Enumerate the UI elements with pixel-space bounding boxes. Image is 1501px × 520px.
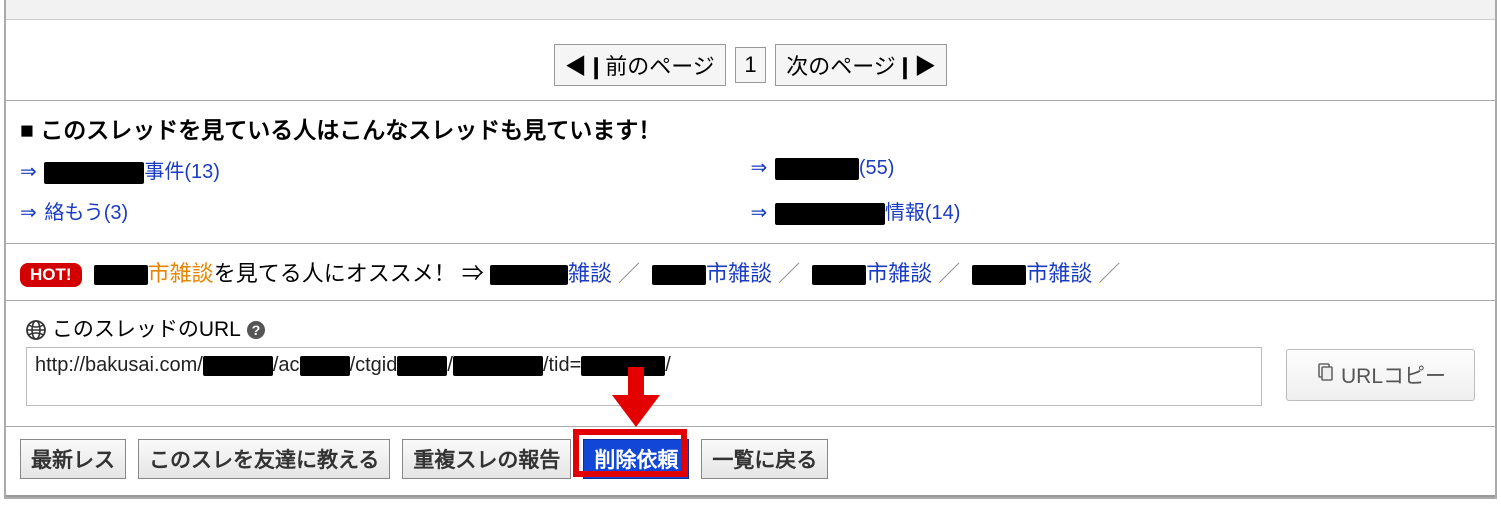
prev-page-button[interactable]: ◀❙前のページ (554, 44, 726, 86)
hot-section: HOT! 市雑談を見てる人にオススメ！ ⇒ 雑談／ 市雑談／ 市雑談／ 市雑談／ (6, 250, 1495, 294)
hot-link[interactable]: 雑談 (568, 261, 612, 286)
related-link[interactable]: 事件(13) (44, 161, 220, 183)
redacted-text (490, 265, 568, 285)
back-to-list-button[interactable]: 一覧に戻る (701, 439, 828, 479)
latest-res-button[interactable]: 最新レス (20, 439, 126, 479)
globe-icon (26, 320, 46, 340)
bottom-border (6, 495, 1495, 497)
arrow-icon: ⇒ (751, 157, 768, 179)
redacted-text (94, 265, 148, 285)
svg-text:?: ? (252, 322, 261, 338)
copy-icon (1315, 362, 1335, 388)
url-section: このスレッドのURL ? http://bakusai.com//ac/ctgi… (6, 307, 1495, 420)
divider (6, 243, 1495, 244)
redacted-text (203, 356, 273, 376)
slash: ／ (618, 261, 640, 286)
arrow-icon: ⇒ (751, 202, 768, 224)
help-icon[interactable]: ? (246, 320, 266, 340)
hot-link[interactable]: 市雑談 (1026, 261, 1092, 286)
duplicate-report-button[interactable]: 重複スレの報告 (402, 439, 571, 479)
redacted-text (397, 356, 447, 376)
arrow-icon: ⇒ (20, 202, 37, 224)
arrow-icon: ⇒ (20, 161, 37, 183)
delete-request-button[interactable]: 削除依頼 (583, 439, 689, 479)
hot-tail: を見てる人にオススメ！ ⇒ (214, 261, 484, 286)
hot-orange-label: 市雑談 (148, 261, 214, 286)
next-label: 次のページ❙▶ (786, 54, 936, 79)
slash: ／ (778, 261, 800, 286)
related-link[interactable]: (55) (775, 157, 895, 179)
divider (6, 300, 1495, 301)
redacted-text (581, 356, 665, 376)
copy-url-button[interactable]: URLコピー (1286, 349, 1475, 401)
redacted-text (652, 265, 706, 285)
redacted-text (44, 162, 144, 184)
pager: ◀❙前のページ 1 次のページ❙▶ (6, 40, 1495, 94)
tell-friend-button[interactable]: このスレを友達に教える (138, 439, 390, 479)
top-spacer (6, 0, 1495, 20)
next-page-button[interactable]: 次のページ❙▶ (775, 44, 947, 86)
hot-badge: HOT! (20, 263, 82, 287)
divider (6, 100, 1495, 101)
redacted-text (775, 203, 885, 225)
redacted-text (812, 265, 866, 285)
related-threads: ⇒ 事件(13) ⇒ (55) ⇒ 絡もう(3) ⇒ 情報(14) (6, 147, 1495, 237)
redacted-text (775, 158, 859, 180)
url-display[interactable]: http://bakusai.com//ac/ctgid//tid=/ (26, 347, 1262, 406)
redacted-text (972, 265, 1026, 285)
related-link[interactable]: 情報(14) (775, 202, 961, 224)
related-heading: ■ このスレッドを見ている人はこんなスレッドも見ています！ (6, 107, 1495, 147)
slash: ／ (1098, 261, 1120, 286)
slash: ／ (938, 261, 960, 286)
related-link[interactable]: 絡もう(3) (44, 202, 128, 224)
redacted-text (453, 356, 543, 376)
current-page-button[interactable]: 1 (735, 47, 765, 83)
url-label: このスレッドのURL (52, 318, 240, 341)
divider (6, 426, 1495, 427)
hot-link[interactable]: 市雑談 (866, 261, 932, 286)
hot-link[interactable]: 市雑談 (706, 261, 772, 286)
prev-label: ◀❙前のページ (565, 54, 715, 79)
redacted-text (300, 356, 350, 376)
action-bar: 最新レス このスレを友達に教える 重複スレの報告 削除依頼 一覧に戻る (6, 433, 1495, 489)
